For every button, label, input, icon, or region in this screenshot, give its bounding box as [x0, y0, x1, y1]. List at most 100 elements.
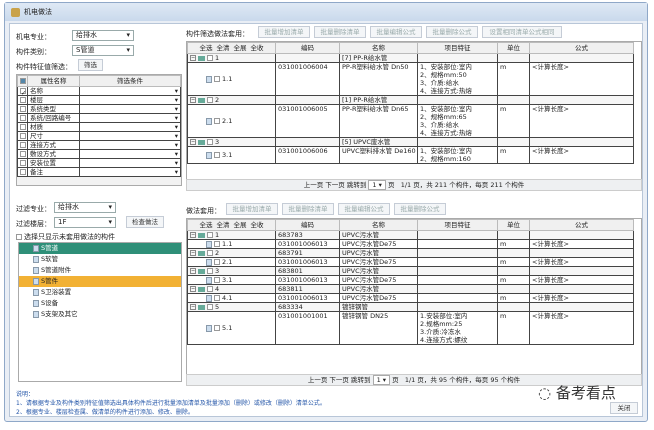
batch-button[interactable]: 批量编辑公式 — [338, 203, 390, 215]
group-row[interactable]: −1 683783 UPVC污水管 — [187, 230, 634, 240]
item-row[interactable]: 1.1 031001006004 PP-R塑料给水管 Dn50 1、安装部位:室内 2、… — [187, 62, 634, 96]
row-checkbox[interactable] — [214, 325, 220, 331]
row-checkbox[interactable] — [214, 277, 220, 283]
prev-page-link[interactable]: 上一页 — [308, 376, 328, 384]
close-button[interactable]: 关闭 — [610, 402, 638, 414]
item-row[interactable]: 5.1 031001001001 镀锌钢管 DN25 1.安装部位:室内 2.规格mm:… — [187, 311, 634, 345]
item-row[interactable]: 2.1 031001006013 UPVC污水管De75 m <计算长度> — [187, 257, 634, 267]
group-row[interactable]: −1 [7] PP-R给水管 — [187, 53, 634, 63]
condition-dropdown[interactable]: ▾ — [79, 104, 181, 114]
condition-dropdown[interactable]: ▾ — [79, 131, 181, 141]
select-button[interactable]: 全选 — [200, 221, 213, 229]
formula-cell[interactable]: <计算长度> — [529, 62, 634, 96]
row-checkbox[interactable] — [207, 232, 213, 238]
tree-item[interactable]: S卫浴装置 — [19, 287, 181, 298]
collapse-icon[interactable]: − — [190, 250, 196, 256]
specialty-select[interactable]: 给排水 — [72, 30, 134, 41]
formula-cell[interactable]: <计算长度> — [529, 146, 634, 164]
attribute-checkbox[interactable] — [17, 167, 28, 177]
prev-page-link[interactable]: 上一页 — [304, 181, 324, 189]
tree-item[interactable]: S管道 — [19, 243, 181, 254]
attribute-checkbox[interactable] — [17, 95, 28, 105]
formula-cell[interactable]: <计算长度> — [529, 275, 634, 285]
tree-item[interactable]: S软管 — [19, 254, 181, 265]
attribute-checkbox[interactable] — [17, 140, 28, 150]
batch-button[interactable]: 批量删除公式 — [426, 26, 478, 38]
condition-dropdown[interactable]: ▾ — [79, 158, 181, 168]
formula-cell[interactable]: <计算长度> — [529, 293, 634, 303]
attribute-checkbox[interactable] — [17, 122, 28, 132]
filter-specialty-select[interactable]: 给排水 — [54, 202, 116, 213]
group-row[interactable]: −2 683791 UPVC污水管 — [187, 248, 634, 258]
row-checkbox[interactable] — [207, 268, 213, 274]
attribute-checkbox[interactable] — [17, 131, 28, 141]
tree-item[interactable]: S支架及其它 — [19, 309, 181, 320]
attribute-checkbox[interactable]: ✓ — [17, 86, 28, 96]
condition-dropdown[interactable]: ▾ — [79, 113, 181, 123]
select-button[interactable]: 全清 — [217, 44, 230, 52]
condition-dropdown[interactable]: ▾ — [79, 149, 181, 159]
condition-dropdown[interactable]: ▾ — [79, 167, 181, 177]
item-row[interactable]: 2.1 031001006005 PP-R塑料给水管 Dn65 1、安装部位:室内 2、… — [187, 104, 634, 138]
attribute-checkbox[interactable] — [17, 113, 28, 123]
collapse-icon[interactable]: − — [190, 55, 196, 61]
row-checkbox[interactable] — [207, 286, 213, 292]
attribute-checkbox[interactable] — [17, 158, 28, 168]
group-row[interactable]: −4 683811 UPVC污水管 — [187, 284, 634, 294]
collapse-icon[interactable]: − — [190, 304, 196, 310]
item-row[interactable]: 3.1 031001006013 UPVC污水管De75 m <计算长度> — [187, 275, 634, 285]
select-all-checkbox[interactable] — [17, 75, 28, 87]
condition-dropdown[interactable]: ▾ — [79, 140, 181, 150]
row-checkbox[interactable] — [207, 250, 213, 256]
select-button[interactable]: 全选 — [200, 44, 213, 52]
next-page-link[interactable]: 下一页 — [329, 376, 349, 384]
next-page-link[interactable]: 下一页 — [325, 181, 345, 189]
check-method-button[interactable]: 检查做法 — [126, 216, 164, 228]
filter-floor-select[interactable]: 1F — [54, 217, 116, 228]
item-row[interactable]: 1.1 031001006013 UPVC污水管De75 m <计算长度> — [187, 239, 634, 249]
batch-button[interactable]: 批量删除清单 — [314, 26, 366, 38]
group-row[interactable]: −3 [5] UPVC废水管 — [187, 137, 634, 147]
row-checkbox[interactable] — [214, 259, 220, 265]
collapse-icon[interactable]: − — [190, 139, 196, 145]
tree-item[interactable]: S设备 — [19, 298, 181, 309]
group-row[interactable]: −2 [1] PP-R给水管 — [187, 95, 634, 105]
filter-button[interactable]: 筛选 — [78, 59, 103, 71]
condition-dropdown[interactable]: ▾ — [79, 86, 181, 96]
row-checkbox[interactable] — [214, 241, 220, 247]
row-checkbox[interactable] — [214, 295, 220, 301]
item-row[interactable]: 4.1 031001006013 UPVC污水管De75 m <计算长度> — [187, 293, 634, 303]
batch-button[interactable]: 批量删除清单 — [282, 203, 334, 215]
row-checkbox[interactable] — [207, 304, 213, 310]
group-row[interactable]: −5 683334 镀锌钢管 — [187, 302, 634, 312]
row-checkbox[interactable] — [207, 55, 213, 61]
batch-button[interactable]: 批量删除公式 — [394, 203, 446, 215]
batch-button[interactable]: 批量编辑公式 — [370, 26, 422, 38]
batch-button[interactable]: 设置相同清单公式相同 — [482, 26, 562, 38]
select-button[interactable]: 全清 — [217, 221, 230, 229]
formula-cell[interactable]: <计算长度> — [529, 257, 634, 267]
collapse-icon[interactable]: − — [190, 268, 196, 274]
collapse-icon[interactable]: − — [190, 97, 196, 103]
select-button[interactable]: 全收 — [251, 44, 264, 52]
row-checkbox[interactable] — [214, 118, 220, 124]
formula-cell[interactable]: <计算长度> — [529, 311, 634, 345]
formula-cell[interactable]: <计算长度> — [529, 104, 634, 138]
row-checkbox[interactable] — [214, 152, 220, 158]
batch-button[interactable]: 批量增加清单 — [226, 203, 278, 215]
batch-button[interactable]: 批量增加清单 — [258, 26, 310, 38]
tree-item[interactable]: S管道附件 — [19, 265, 181, 276]
page-select[interactable]: 1 ▾ — [368, 180, 386, 190]
attribute-checkbox[interactable] — [17, 104, 28, 114]
row-checkbox[interactable] — [214, 76, 220, 82]
formula-cell[interactable]: <计算长度> — [529, 239, 634, 249]
condition-dropdown[interactable]: ▾ — [79, 95, 181, 105]
condition-dropdown[interactable]: ▾ — [79, 122, 181, 132]
select-button[interactable]: 全展 — [234, 44, 247, 52]
row-checkbox[interactable] — [207, 97, 213, 103]
select-button[interactable]: 全展 — [234, 221, 247, 229]
group-row[interactable]: −3 683801 UPVC污水管 — [187, 266, 634, 276]
attribute-checkbox[interactable] — [17, 149, 28, 159]
page-select[interactable]: 1 ▾ — [372, 375, 391, 385]
only-unapplied-checkbox[interactable]: 选择只显示未套用做法的构件 — [16, 232, 115, 242]
